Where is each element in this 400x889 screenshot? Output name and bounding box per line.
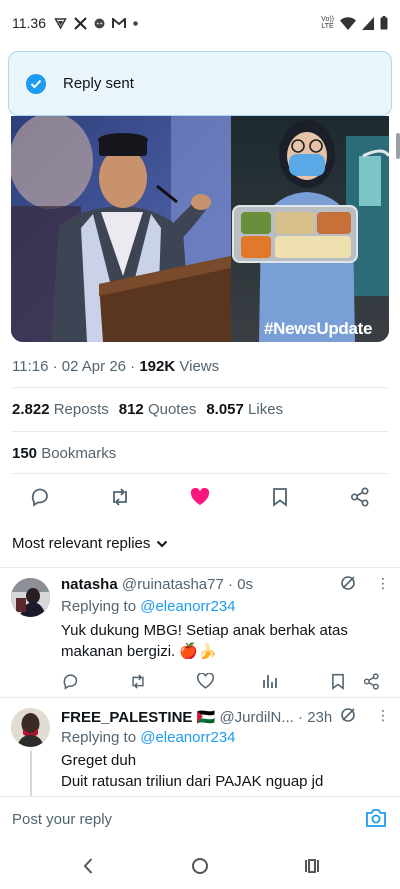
system-navigation-bar [0,842,400,889]
replying-to-line: Replying to @eleanorr234 [61,729,236,746]
replies-sort-dropdown[interactable]: Most relevant replies [12,535,168,552]
reddit-icon [94,18,105,28]
replying-to-handle[interactable]: @eleanorr234 [140,598,235,615]
reply-time: 0s [237,576,254,593]
recents-button[interactable] [300,855,324,877]
repost-button[interactable] [127,670,149,692]
quotes-stat[interactable]: 812 Quotes [119,401,197,418]
chevron-down-icon [157,540,168,547]
reply-action-bar [0,670,400,692]
divider [12,431,388,432]
heart-icon [196,673,214,689]
divider [12,473,388,474]
share-icon [350,487,369,507]
views-label: Views [179,358,220,375]
reply-more-options[interactable]: ⋮ [376,708,390,722]
news-update-watermark: #NewsUpdate [264,319,373,338]
reply-item[interactable]: natasha @ruinatasha77 · 0s ⋮ Replying to… [0,568,400,697]
reposts-stat[interactable]: 2.822 Reposts [12,401,109,418]
avatar-image [11,578,50,617]
recents-icon [305,859,319,873]
bookmark-icon [273,488,287,507]
grok-icon[interactable] [340,707,356,723]
gmail-icon [112,17,126,28]
bookmark-button[interactable] [266,483,294,511]
reply-input[interactable]: Post your reply [12,811,112,828]
engagement-stats: 2.822 Reposts 812 Quotes 8.057 Likes [12,401,287,418]
tweet-image[interactable]: #NewsUpdate [11,116,389,342]
reply-text: Yuk dukung MBG! Setiap anak berhak atas … [61,622,348,660]
reply-sent-toast: Reply sent [8,51,392,116]
reply-text-line-2: Duit ratusan triliun dari PAJAK nguap jd [61,773,324,790]
notification-icons [54,16,138,30]
grok-icon[interactable] [340,575,356,591]
back-chevron-icon [83,858,93,874]
replying-to-line: Replying to @eleanorr234 [61,598,236,615]
x-logo-icon [74,16,87,30]
vpn-shield-icon [54,17,67,30]
reply-text-line-1: Greget duh [61,752,137,769]
reply-button[interactable] [59,670,81,692]
share-button[interactable] [360,670,382,692]
thread-line [30,751,32,796]
reply-item[interactable]: FREE_PALESTINE 🇵🇸 @JurdilN... · 23h ⋮ Re… [0,698,400,796]
avatar[interactable] [11,708,50,747]
tweet-time: 11:16 [12,358,49,375]
system-icons: Vo)) LTE [321,16,388,30]
views-button[interactable] [259,670,281,692]
toast-message: Reply sent [63,75,134,92]
repost-icon [113,488,127,506]
reply-author-name[interactable]: natasha [61,576,118,593]
tweet-timestamp-line: 11:16 · 02 Apr 26 · 192K Views [12,358,220,375]
sort-label: Most relevant replies [12,535,151,552]
replying-to-handle[interactable]: @eleanorr234 [140,729,235,746]
likes-stat[interactable]: 8.057 Likes [206,401,283,418]
reply-author-handle[interactable]: @JurdilN... [219,709,293,726]
avatar[interactable] [11,578,50,617]
back-button[interactable] [76,855,100,877]
volte-indicator: Vo)) LTE [321,16,334,30]
dot-icon [133,20,138,26]
camera-icon [366,809,386,827]
reply-header: natasha @ruinatasha77 · 0s [61,576,254,593]
status-time: 11.36 [12,15,46,31]
tweet-date: 02 Apr 26 [61,358,126,375]
reply-time: 23h [307,709,333,726]
analytics-icon [263,675,277,688]
battery-icon [380,16,388,30]
home-button[interactable] [188,855,212,877]
reply-icon [63,673,77,690]
reply-more-options[interactable]: ⋮ [376,576,390,590]
avatar-image [11,708,50,747]
share-icon [363,672,379,690]
bookmarks-stat[interactable]: 150 Bookmarks [12,445,116,462]
status-bar: 11.36 Vo)) LTE [0,0,400,46]
reply-button[interactable] [26,483,54,511]
check-circle-icon [26,73,46,94]
like-button[interactable] [194,670,216,692]
views-count: 192K [139,358,176,375]
reply-author-handle[interactable]: @ruinatasha77 [122,576,224,593]
home-circle-icon [192,858,208,874]
bookmark-button[interactable] [327,670,349,692]
cell-signal-icon [362,16,374,30]
camera-button[interactable] [365,808,387,830]
scrollbar-thumb[interactable] [396,133,400,159]
reply-icon [31,488,48,507]
repost-icon [132,673,144,689]
divider [12,387,388,388]
repost-button[interactable] [106,483,134,511]
tweet-action-bar [0,483,400,511]
reply-header: FREE_PALESTINE 🇵🇸 @JurdilN... · 23h [61,709,333,726]
heart-filled-icon [190,488,210,505]
share-button[interactable] [346,483,374,511]
tweet-image-art [11,116,389,342]
bookmark-icon [332,673,344,690]
like-button[interactable] [186,483,214,511]
reply-author-name[interactable]: FREE_PALESTINE 🇵🇸 [61,709,215,726]
reply-compose-bar: Post your reply [0,796,400,842]
wifi-icon [340,16,356,30]
